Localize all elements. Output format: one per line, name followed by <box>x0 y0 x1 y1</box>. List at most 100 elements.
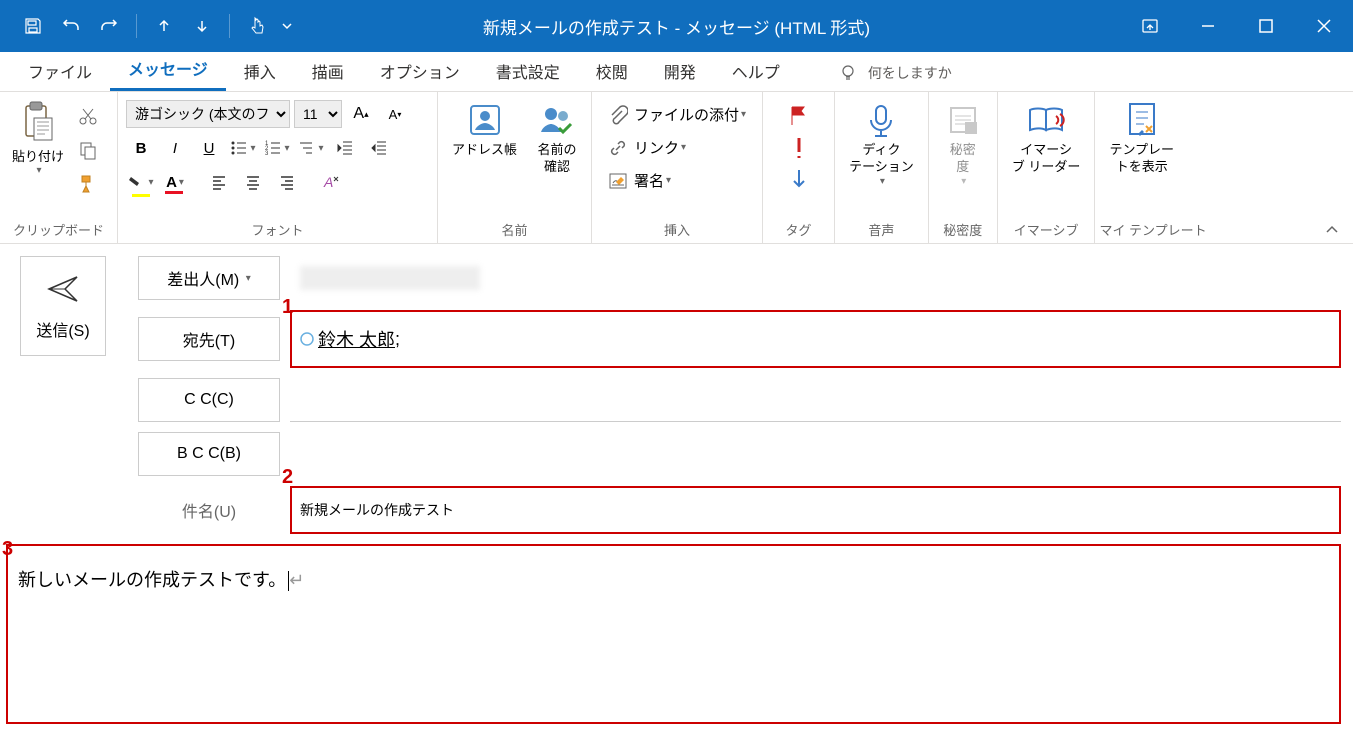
collapse-ribbon-button[interactable] <box>1325 223 1339 237</box>
cut-button[interactable] <box>76 104 100 128</box>
follow-up-flag-button[interactable] <box>787 104 811 128</box>
tellme-label: 何をしますか <box>868 63 952 83</box>
to-field[interactable]: 鈴木 太郎; <box>290 310 1341 368</box>
tab-format[interactable]: 書式設定 <box>478 51 578 91</box>
cc-field[interactable] <box>290 378 1341 422</box>
signature-icon <box>608 171 628 191</box>
tab-options[interactable]: オプション <box>362 51 478 91</box>
arrow-down-icon <box>791 168 807 192</box>
address-book-button[interactable]: アドレス帳 <box>442 96 527 163</box>
link-button[interactable]: リンク ▾ <box>600 133 754 162</box>
paste-button[interactable]: 貼り付け ▾ <box>4 96 72 180</box>
close-button[interactable] <box>1295 0 1353 52</box>
window-sync-button[interactable] <box>1121 0 1179 52</box>
decrease-indent-button[interactable] <box>330 134 360 162</box>
grow-font-button[interactable]: A▴ <box>346 100 376 128</box>
subject-value: 新規メールの作成テスト <box>300 500 454 520</box>
check-names-button[interactable]: 名前の 確認 <box>527 96 587 180</box>
tab-review[interactable]: 校閲 <box>578 51 646 91</box>
from-value-redacted <box>300 266 480 290</box>
font-size-select[interactable]: 11 <box>294 100 342 128</box>
high-importance-button[interactable] <box>791 136 807 160</box>
window-title: 新規メールの作成テスト - メッセージ (HTML 形式) <box>483 14 870 39</box>
tab-developer[interactable]: 開発 <box>646 51 714 91</box>
group-clipboard: 貼り付け ▾ クリップボード <box>0 92 118 243</box>
address-book-label: アドレス帳 <box>452 142 517 159</box>
tab-insert[interactable]: 挿入 <box>226 51 294 91</box>
increase-indent-button[interactable] <box>364 134 394 162</box>
window-controls <box>1121 0 1353 52</box>
tab-message[interactable]: メッセージ <box>110 48 226 91</box>
tab-help[interactable]: ヘルプ <box>714 51 798 91</box>
copy-button[interactable] <box>76 138 100 162</box>
clear-formatting-button[interactable]: A <box>316 168 346 196</box>
undo-button[interactable] <box>54 9 88 43</box>
save-button[interactable] <box>16 9 50 43</box>
message-body[interactable]: 新しいメールの作成テストです。↵ <box>6 544 1341 724</box>
redo-button[interactable] <box>92 9 126 43</box>
font-family-select[interactable]: 游ゴシック (本文のフ <box>126 100 290 128</box>
highlight-button[interactable]: ▾ <box>126 168 156 196</box>
align-right-button[interactable] <box>272 168 302 196</box>
to-button[interactable]: 宛先(T) <box>138 317 280 361</box>
group-font-label: フォント <box>122 216 433 243</box>
underline-button[interactable]: U <box>194 134 224 162</box>
touch-mode-button[interactable] <box>240 9 274 43</box>
tab-file[interactable]: ファイル <box>10 51 110 91</box>
font-color-button[interactable]: A▾ <box>160 168 190 196</box>
group-include: ファイルの添付 ▾ リンク ▾ 署名 ▾ <box>592 92 763 243</box>
signature-button[interactable]: 署名 ▾ <box>600 166 754 195</box>
exclamation-icon <box>791 136 807 160</box>
tab-draw[interactable]: 描画 <box>294 51 362 91</box>
annotation-2: 2 <box>282 466 293 489</box>
multilevel-list-button[interactable]: ▾ <box>296 134 326 162</box>
cc-button[interactable]: C C(C) <box>138 378 280 422</box>
minimize-button[interactable] <box>1179 0 1237 52</box>
tellme-search[interactable]: 何をしますか <box>828 55 962 91</box>
group-sensitivity-label: 秘密度 <box>933 216 993 243</box>
subject-field[interactable]: 新規メールの作成テスト <box>290 486 1341 534</box>
immersive-label: イマーシ ブ リーダー <box>1012 142 1081 176</box>
maximize-button[interactable] <box>1237 0 1295 52</box>
italic-button[interactable]: I <box>160 134 190 162</box>
bold-button[interactable]: B <box>126 134 156 162</box>
immersive-reader-button[interactable]: イマーシ ブ リーダー <box>1002 96 1091 180</box>
low-importance-button[interactable] <box>791 168 807 192</box>
group-names: アドレス帳 名前の 確認 名前 <box>438 92 592 243</box>
numbering-button[interactable]: 123▾ <box>262 134 292 162</box>
bcc-button[interactable]: B C C(B) <box>138 432 280 476</box>
bullets-button[interactable]: ▾ <box>228 134 258 162</box>
ribbon-tabs: ファイル メッセージ 挿入 描画 オプション 書式設定 校閲 開発 ヘルプ 何を… <box>0 52 1353 92</box>
group-templates: テンプレー トを表示 マイ テンプレート <box>1095 92 1210 243</box>
dictate-label: ディク テーション <box>849 142 914 176</box>
sensitivity-icon <box>943 100 983 140</box>
svg-text:3: 3 <box>265 151 269 157</box>
next-item-button[interactable] <box>185 9 219 43</box>
qat-more-button[interactable] <box>278 9 296 43</box>
chevron-down-icon: ▾ <box>36 165 41 176</box>
previous-item-button[interactable] <box>147 9 181 43</box>
group-immersive: イマーシ ブ リーダー イマーシブ <box>998 92 1096 243</box>
attach-file-button[interactable]: ファイルの添付 ▾ <box>600 100 754 129</box>
group-names-label: 名前 <box>442 216 587 243</box>
bcc-field[interactable] <box>290 432 1341 476</box>
view-templates-button[interactable]: テンプレー トを表示 <box>1099 96 1184 180</box>
from-button[interactable]: 差出人(M) ▾ <box>138 256 280 300</box>
group-sensitivity: 秘密 度 ▾ 秘密度 <box>929 92 998 243</box>
format-painter-button[interactable] <box>76 172 100 196</box>
send-button[interactable]: 送信(S) <box>20 256 106 356</box>
send-icon <box>45 271 81 307</box>
shrink-font-button[interactable]: A▾ <box>380 100 410 128</box>
group-tags-label: タグ <box>767 216 830 243</box>
align-left-button[interactable] <box>204 168 234 196</box>
group-voice: ディク テーション ▾ 音声 <box>835 92 929 243</box>
dictate-button[interactable]: ディク テーション ▾ <box>839 96 924 191</box>
ribbon: 貼り付け ▾ クリップボード 游ゴシック (本文のフ <box>0 92 1353 244</box>
recipient-chip[interactable]: 鈴木 太郎; <box>300 326 400 352</box>
flag-icon <box>787 104 811 128</box>
check-names-label: 名前の 確認 <box>538 142 577 176</box>
templates-label: テンプレー トを表示 <box>1109 142 1174 176</box>
lightbulb-icon <box>838 63 858 83</box>
align-center-button[interactable] <box>238 168 268 196</box>
microphone-icon <box>861 100 901 140</box>
